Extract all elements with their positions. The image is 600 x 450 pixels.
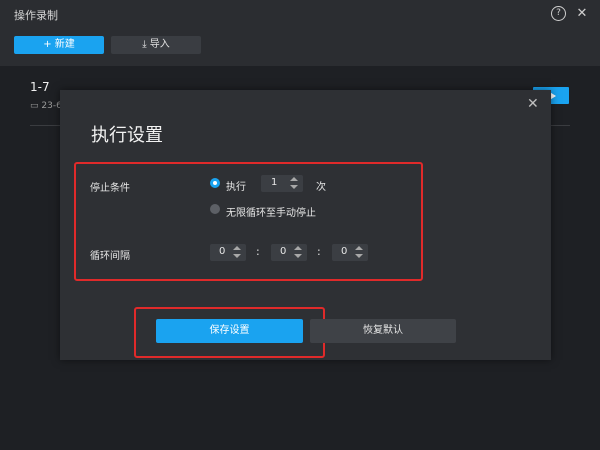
close-icon[interactable]: ✕ [574,6,590,22]
stepper-arrows[interactable] [354,245,364,260]
save-settings-button[interactable]: 保存设置 [156,319,303,343]
minutes-value: 0 [280,246,287,257]
infinite-loop-label: 无限循环至手动停止 [226,208,316,219]
stop-condition-label: 停止条件 [90,183,130,194]
hours-value: 0 [219,246,226,257]
help-icon[interactable]: ? [551,6,566,21]
stepper-arrows[interactable] [293,245,303,260]
time-separator: : [317,245,321,258]
import-button[interactable]: ⤓ 导入 [111,36,201,54]
dialog-close-icon[interactable]: ✕ [527,96,539,112]
unit-label: 次 [316,182,326,193]
app-title: 操作录制 [14,9,58,22]
count-value: 1 [271,177,278,188]
count-stepper[interactable]: 1 [261,175,303,192]
stepper-arrows[interactable] [289,176,299,191]
interval-minutes-stepper[interactable]: 0 [271,244,307,261]
interval-hours-stepper[interactable]: 0 [210,244,246,261]
seconds-value: 0 [341,246,348,257]
toolbar: + 新建 ⤓ 导入 [0,28,600,66]
title-bar: 操作录制 ? ✕ [0,0,600,28]
radio-exec-count[interactable] [210,178,220,188]
execution-settings-dialog: ✕ 执行设置 停止条件 执行 1 次 无限循环至手动停止 循环间隔 0 : 0 … [60,90,551,360]
new-button[interactable]: + 新建 [14,36,104,54]
interval-label: 循环间隔 [90,251,130,262]
exec-label: 执行 [226,182,246,193]
stepper-arrows[interactable] [232,245,242,260]
restore-defaults-button[interactable]: 恢复默认 [310,319,456,343]
record-date: ▭ 23-6 [30,101,62,111]
dialog-title: 执行设置 [91,125,163,146]
radio-infinite-loop[interactable] [210,204,220,214]
interval-seconds-stepper[interactable]: 0 [332,244,368,261]
record-name[interactable]: 1-7 [30,80,50,94]
time-separator: : [256,245,260,258]
